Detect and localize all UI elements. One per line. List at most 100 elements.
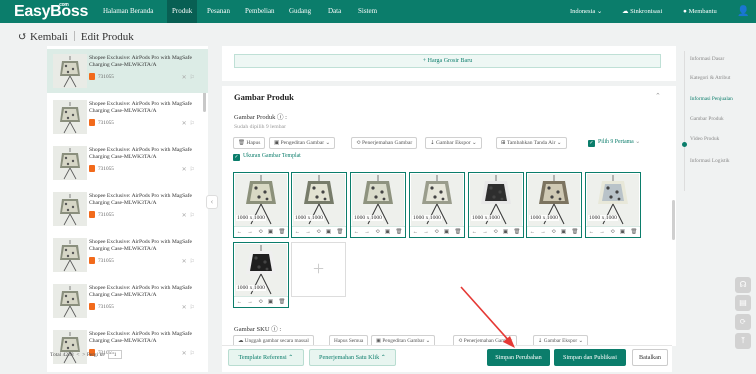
product-image-tile[interactable]: 1000 x 1000 ← → ⟲ ▣ 🗑: [585, 172, 641, 238]
image-edit-icon[interactable]: ▣: [444, 229, 449, 235]
pick-first-9-checkbox[interactable]: ✓ Pilih 9 Pertama ⌄: [588, 139, 640, 147]
save-changes-button[interactable]: Simpan Perubahan: [487, 349, 550, 366]
item-actions[interactable]: ✕⚐: [182, 258, 198, 265]
arrow-left-icon[interactable]: ←: [472, 229, 478, 235]
one-click-translate-button[interactable]: Penerjemahan Satu Klik ⌃: [309, 349, 396, 366]
arrow-right-icon[interactable]: →: [364, 229, 370, 235]
anchor-nav-item[interactable]: Gambar Produk: [690, 116, 724, 122]
item-actions[interactable]: ✕⚐: [182, 350, 198, 357]
arrow-left-icon[interactable]: ←: [354, 229, 360, 235]
help-button[interactable]: ● Membantu: [683, 0, 717, 23]
arrow-right-icon[interactable]: →: [482, 229, 488, 235]
product-image-tile[interactable]: 1000 x 1000 ← → ⟲ ▣ 🗑: [233, 172, 289, 238]
sync-button[interactable]: ☁ Sinkronisasi: [622, 0, 662, 23]
product-list-item[interactable]: Shopee Exclusive: AirPods Pro with MagSa…: [47, 233, 208, 277]
next-page-button[interactable]: >: [82, 352, 85, 358]
product-image-tile[interactable]: 1000 x 1000 ← → ⟲ ▣ 🗑: [409, 172, 465, 238]
image-edit-icon[interactable]: ▣: [268, 299, 273, 305]
rotate-icon[interactable]: ⟲: [434, 229, 439, 235]
arrow-right-icon[interactable]: →: [599, 229, 605, 235]
trash-icon[interactable]: 🗑: [513, 229, 520, 235]
item-actions[interactable]: ✕⚐: [182, 120, 198, 127]
arrow-left-icon[interactable]: ←: [530, 229, 536, 235]
rotate-icon[interactable]: ⟲: [258, 299, 263, 305]
nav-data[interactable]: Data: [323, 0, 346, 23]
headset-icon[interactable]: ☊: [735, 277, 751, 293]
arrow-left-icon[interactable]: ←: [295, 229, 301, 235]
anchor-nav-item[interactable]: Informasi Penjualan: [690, 96, 733, 102]
arrow-right-icon[interactable]: →: [540, 229, 546, 235]
cancel-button[interactable]: Batalkan: [632, 349, 668, 366]
rotate-icon[interactable]: ⟲: [610, 229, 615, 235]
easyboss-logo[interactable]: EasyBoss .com: [14, 2, 88, 21]
arrow-right-icon[interactable]: →: [305, 229, 311, 235]
export-images-dropdown[interactable]: ⤓ Gambar Ekspor ⌄: [425, 137, 482, 149]
trash-icon[interactable]: 🗑: [630, 229, 637, 235]
image-edit-icon[interactable]: ▣: [326, 229, 331, 235]
product-image-tile[interactable]: 1000 x 1000 ← → ⟲ ▣ 🗑: [350, 172, 406, 238]
back-to-top-icon[interactable]: ⤒: [735, 333, 751, 349]
nav-sistem[interactable]: Sistem: [353, 0, 382, 23]
product-image-tile[interactable]: 1000 x 1000 ← → ⟲ ▣ 🗑: [291, 172, 347, 238]
anchor-nav-item[interactable]: Informasi Dasar: [690, 56, 724, 62]
product-image-tile[interactable]: 1000 x 1000 ← → ⟲ ▣ 🗑: [233, 242, 289, 308]
anchor-nav-item[interactable]: Informasi Logistik: [690, 158, 730, 164]
arrow-left-icon[interactable]: ←: [237, 229, 243, 235]
nav-pembelian[interactable]: Pembelian: [240, 0, 280, 23]
refresh-icon[interactable]: ⟳: [735, 314, 751, 330]
product-list-item[interactable]: Shopee Exclusive: AirPods Pro with MagSa…: [47, 279, 208, 323]
image-edit-icon[interactable]: ▣: [620, 229, 625, 235]
language-selector[interactable]: Indonesia ⌄: [570, 0, 602, 23]
user-icon[interactable]: 👤: [737, 0, 749, 23]
arrow-left-icon[interactable]: ←: [237, 299, 243, 305]
add-wholesale-price-button[interactable]: + Harga Grosir Baru: [234, 54, 661, 68]
add-image-button[interactable]: +: [291, 242, 346, 297]
rotate-icon[interactable]: ⟲: [551, 229, 556, 235]
page-scrollbar[interactable]: [672, 200, 675, 240]
product-list-item[interactable]: Shopee Exclusive: AirPods Pro with MagSa…: [47, 141, 208, 185]
back-link[interactable]: ↺ Kembali: [18, 31, 68, 43]
anchor-nav-item[interactable]: Video Produk: [690, 136, 719, 142]
item-actions[interactable]: ✕⚐: [182, 212, 198, 219]
delete-images-button[interactable]: 🗑 Hapus: [233, 137, 266, 149]
trash-icon[interactable]: 🗑: [336, 229, 343, 235]
page-input[interactable]: 1: [108, 350, 123, 359]
image-edit-icon[interactable]: ▣: [268, 229, 273, 235]
product-list-item[interactable]: Shopee Exclusive: AirPods Pro with MagSa…: [47, 325, 208, 369]
template-reference-button[interactable]: Template Referensi ⌃: [228, 349, 304, 366]
document-icon[interactable]: ▤: [735, 295, 751, 311]
save-and-publish-button[interactable]: Simpan dan Publikasi: [554, 349, 626, 366]
trash-icon[interactable]: 🗑: [571, 229, 578, 235]
product-list-item[interactable]: Shopee Exclusive: AirPods Pro with MagSa…: [47, 187, 208, 231]
nav-gudang[interactable]: Gudang: [284, 0, 316, 23]
collapse-panel-button[interactable]: ‹: [206, 195, 218, 209]
add-watermark-dropdown[interactable]: ⊞ Tambahkan Tanda Air ⌄: [496, 137, 567, 149]
item-actions[interactable]: ✕⚐: [182, 74, 198, 81]
image-editing-dropdown[interactable]: ▣ Pengeditan Gambar ⌄: [269, 137, 336, 149]
nav-produk[interactable]: Produk: [167, 0, 198, 23]
trash-icon[interactable]: 🗑: [278, 229, 285, 235]
rotate-icon[interactable]: ⟲: [316, 229, 321, 235]
product-image-tile[interactable]: 1000 x 1000 ← → ⟲ ▣ 🗑: [526, 172, 582, 238]
item-actions[interactable]: ✕⚐: [182, 166, 198, 173]
trash-icon[interactable]: 🗑: [395, 229, 402, 235]
trash-icon[interactable]: 🗑: [454, 229, 461, 235]
anchor-nav-item[interactable]: Kategori & Atribut: [690, 75, 730, 81]
image-translation-button[interactable]: ⟲ Penerjemahan Gambar: [351, 137, 418, 149]
arrow-right-icon[interactable]: →: [247, 299, 253, 305]
arrow-right-icon[interactable]: →: [423, 229, 429, 235]
nav-halaman-beranda[interactable]: Halaman Beranda: [98, 0, 158, 23]
product-image-tile[interactable]: 1000 x 1000 ← → ⟲ ▣ 🗑: [468, 172, 524, 238]
image-edit-icon[interactable]: ▣: [561, 229, 566, 235]
nav-pesanan[interactable]: Pesanan: [202, 0, 235, 23]
product-list-item[interactable]: Shopee Exclusive: AirPods Pro with MagSa…: [47, 95, 208, 139]
collapse-section-icon[interactable]: ⌃: [655, 92, 661, 100]
arrow-right-icon[interactable]: →: [247, 229, 253, 235]
arrow-left-icon[interactable]: ←: [589, 229, 595, 235]
rotate-icon[interactable]: ⟲: [258, 229, 263, 235]
rotate-icon[interactable]: ⟲: [375, 229, 380, 235]
image-edit-icon[interactable]: ▣: [503, 229, 508, 235]
trash-icon[interactable]: 🗑: [278, 299, 285, 305]
image-edit-icon[interactable]: ▣: [385, 229, 390, 235]
product-list-item[interactable]: Shopee Exclusive: AirPods Pro with MagSa…: [47, 49, 208, 93]
